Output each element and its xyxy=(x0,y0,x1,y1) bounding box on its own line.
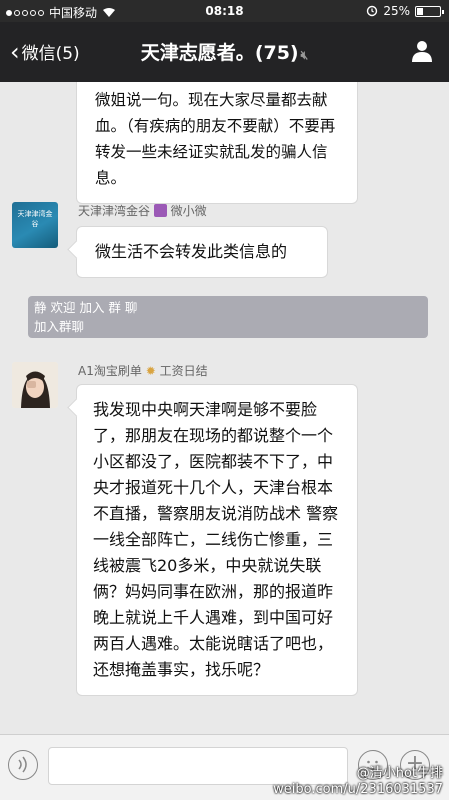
group-name: 天津志愿者。 xyxy=(140,42,255,64)
member-count: (75) xyxy=(254,42,299,64)
avatar[interactable]: 天津津湾金谷 xyxy=(12,202,58,248)
sender-name: 天津津湾金谷 微小微 xyxy=(78,202,207,219)
message-list[interactable]: 微姐说一句。现在大家尽量都去献血。（有疾病的朋友不要献）不要再转发一些未经证实就… xyxy=(0,82,449,734)
sender-label: A1淘宝刷单 xyxy=(78,364,142,378)
input-bar: + @清小hot牛排 weibo.com/u/2316031537 xyxy=(0,734,449,800)
message-text: 微姐说一句。现在大家尽量都去献血。（有疾病的朋友不要献）不要再转发一些未经证实就… xyxy=(95,91,336,187)
chat-header: ‹ 微信(5) 天津志愿者。(75) 🔇︎ xyxy=(0,22,449,82)
chat-title: 天津志愿者。(75) 🔇︎ xyxy=(0,38,449,65)
alarm-icon xyxy=(367,5,378,17)
message-text: 我发现中央啊天津啊是够不要脸了，那朋友在现场的都说整个一个小区都没了，医院都装不… xyxy=(93,400,339,679)
sender-tag: 微小微 xyxy=(170,204,207,218)
watermark-url: weibo.com/u/2316031537 xyxy=(273,782,443,797)
system-notice: 静 欢迎 加入 群 聊 加入群聊 xyxy=(28,296,428,338)
voice-icon[interactable] xyxy=(8,750,38,780)
message-text: 微生活不会转发此类信息的 xyxy=(95,242,288,261)
avatar-label: 天津津湾金谷 xyxy=(17,210,53,228)
battery-percent: 25% xyxy=(383,4,410,18)
portrait-icon xyxy=(12,362,58,408)
message-bubble[interactable]: 微生活不会转发此类信息的 xyxy=(76,226,328,278)
status-bar: 中国移动 08:18 25% xyxy=(0,0,449,22)
sender-tag: 工资日结 xyxy=(159,364,208,378)
system-notice-line: 静 欢迎 加入 群 聊 xyxy=(34,300,138,315)
video-badge-icon xyxy=(153,204,167,217)
system-notice-line: 加入群聊 xyxy=(34,319,85,334)
sender-label: 天津津湾金谷 xyxy=(78,204,151,218)
message-bubble[interactable]: 微姐说一句。现在大家尽量都去献血。（有疾病的朋友不要献）不要再转发一些未经证实就… xyxy=(76,82,358,204)
group-members-icon[interactable] xyxy=(409,38,435,64)
message-bubble[interactable]: 我发现中央啊天津啊是够不要脸了，那朋友在现场的都说整个一个小区都没了，医院都装不… xyxy=(76,384,358,696)
sender-name: A1淘宝刷单 ✹ 工资日结 xyxy=(78,362,208,379)
watermark-handle: @清小hot牛排 xyxy=(356,766,443,781)
avatar[interactable] xyxy=(12,362,58,408)
sun-badge-icon: ✹ xyxy=(145,364,156,378)
watermark: @清小hot牛排 weibo.com/u/2316031537 xyxy=(273,766,443,798)
battery-icon xyxy=(415,5,444,17)
mute-icon: 🔇︎ xyxy=(300,48,309,62)
